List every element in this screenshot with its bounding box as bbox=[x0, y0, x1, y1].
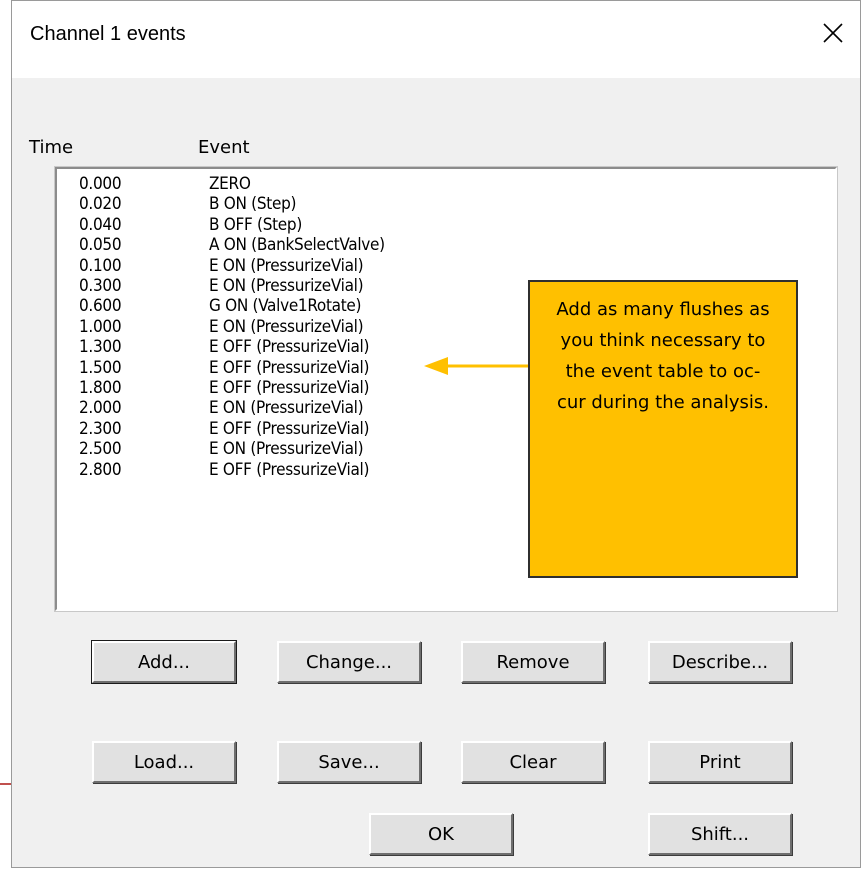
event-description: E ON (PressurizeVial) bbox=[209, 316, 364, 337]
change-button[interactable]: Change... bbox=[277, 641, 421, 683]
event-description: B OFF (Step) bbox=[209, 214, 303, 235]
event-description: E OFF (PressurizeVial) bbox=[209, 378, 370, 398]
ok-button[interactable]: OK bbox=[369, 813, 513, 855]
event-time: 2.000 bbox=[79, 398, 122, 419]
load-button[interactable]: Load... bbox=[92, 741, 236, 783]
close-button[interactable] bbox=[810, 11, 856, 55]
event-description: E OFF (PressurizeVial) bbox=[209, 418, 370, 439]
event-time: 1.800 bbox=[79, 378, 122, 398]
window-title: Channel 1 events bbox=[30, 23, 186, 45]
event-time: 1.300 bbox=[79, 337, 122, 358]
callout-line: the event table to oc- bbox=[565, 361, 761, 382]
event-time: 1.000 bbox=[79, 316, 122, 337]
event-time: 0.000 bbox=[79, 174, 122, 194]
column-header-event: Event bbox=[198, 137, 250, 158]
annotation-callout: Add as many flushes as you think necessa… bbox=[528, 280, 798, 578]
event-time: 2.800 bbox=[79, 459, 122, 480]
event-time: 2.300 bbox=[79, 418, 122, 439]
event-time: 0.100 bbox=[79, 255, 122, 276]
save-button[interactable]: Save... bbox=[277, 741, 421, 783]
title-bar: Channel 1 events bbox=[12, 1, 860, 78]
callout-line: cur during the analysis. bbox=[556, 392, 770, 413]
event-description: ZERO bbox=[209, 174, 251, 194]
clear-button[interactable]: Clear bbox=[461, 741, 605, 783]
event-description: E ON (PressurizeVial) bbox=[209, 276, 364, 296]
event-description: E OFF (PressurizeVial) bbox=[209, 337, 370, 358]
event-time: 1.500 bbox=[79, 357, 122, 378]
event-time: 0.300 bbox=[79, 276, 122, 296]
callout-line: Add as many flushes as bbox=[556, 299, 770, 320]
add-button[interactable]: Add... bbox=[91, 640, 237, 684]
print-button[interactable]: Print bbox=[648, 741, 792, 783]
event-time: 0.020 bbox=[79, 194, 122, 215]
column-header-time: Time bbox=[29, 137, 74, 158]
callout-line: you think necessary to bbox=[560, 330, 766, 351]
event-time: 0.040 bbox=[79, 214, 122, 235]
event-description: E OFF (PressurizeVial) bbox=[209, 357, 370, 378]
shift-button[interactable]: Shift... bbox=[648, 813, 792, 855]
event-description: A ON (BankSelectValve) bbox=[209, 235, 385, 256]
event-time: 2.500 bbox=[79, 439, 122, 460]
describe-button[interactable]: Describe... bbox=[648, 641, 792, 683]
remove-button[interactable]: Remove bbox=[461, 641, 605, 683]
event-description: E ON (PressurizeVial) bbox=[209, 255, 364, 276]
event-time: 0.050 bbox=[79, 235, 122, 256]
channel-events-dialog: Channel 1 events Time Event 0.000 ZERO 0.0… bbox=[11, 0, 861, 868]
event-time: 0.600 bbox=[79, 296, 122, 317]
arrow-left-icon bbox=[424, 357, 528, 375]
event-description: B ON (Step) bbox=[209, 194, 297, 215]
event-description: E OFF (PressurizeVial) bbox=[209, 459, 370, 480]
event-description: G ON (Valve1Rotate) bbox=[209, 296, 362, 317]
event-description: E ON (PressurizeVial) bbox=[209, 398, 364, 419]
event-description: E ON (PressurizeVial) bbox=[209, 439, 364, 460]
close-icon bbox=[823, 23, 843, 43]
